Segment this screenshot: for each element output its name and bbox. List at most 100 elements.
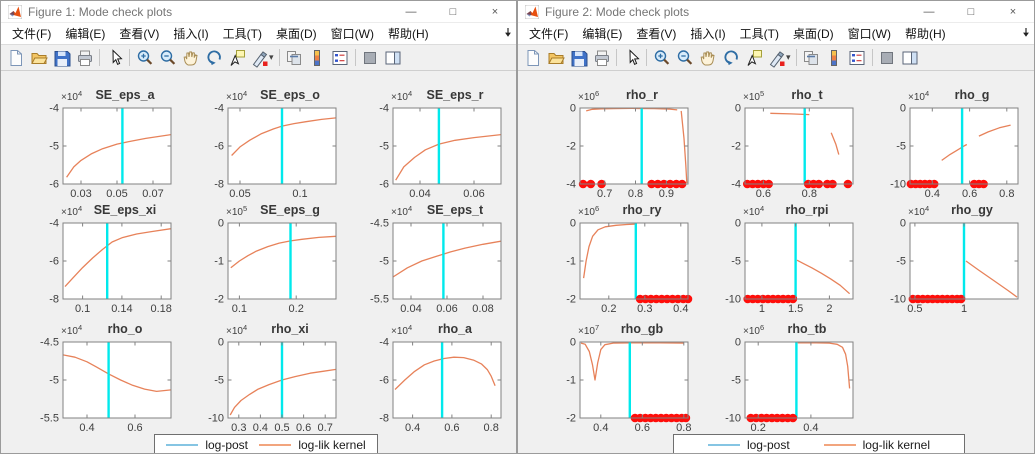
close-button[interactable]: × xyxy=(474,1,516,23)
minimize-button[interactable]: — xyxy=(390,1,432,23)
hide-plot-tools-button[interactable] xyxy=(359,47,382,69)
close-button[interactable]: × xyxy=(992,1,1034,23)
plot-rho_t[interactable]: 0.60.80-2-4×105rho_t xyxy=(700,83,860,205)
plot-SE_eps_a[interactable]: 0.030.050.07-4-5-6×104SE_eps_a xyxy=(18,83,178,205)
menu-overflow-icon[interactable] xyxy=(1021,27,1031,39)
menu-item-5[interactable]: 桌面(D) xyxy=(786,25,841,42)
zoom-in-button[interactable] xyxy=(650,47,673,69)
menu-overflow-icon[interactable] xyxy=(503,27,513,39)
plot-rho_rpi[interactable]: 11.520-5-10×104rho_rpi xyxy=(700,198,860,320)
plot-rho_o[interactable]: 0.40.6-4.5-5-5.5×104rho_o xyxy=(18,317,178,439)
plot-SE_eps_g[interactable]: 0.10.20-1-2×105SE_eps_g xyxy=(183,198,343,320)
brush-button[interactable] xyxy=(765,47,788,69)
rotate-3d-button[interactable] xyxy=(719,47,742,69)
brush-dropdown-caret-icon[interactable]: ▾ xyxy=(786,52,791,63)
open-button[interactable] xyxy=(544,47,567,69)
pan-button[interactable] xyxy=(179,47,202,69)
link-plot-button[interactable] xyxy=(800,47,823,69)
pan-icon xyxy=(181,48,201,68)
colorbar-button[interactable] xyxy=(823,47,846,69)
menu-item-3[interactable]: 插入(I) xyxy=(166,25,215,42)
menu-item-1[interactable]: 编辑(E) xyxy=(58,25,112,42)
new-button[interactable] xyxy=(4,47,27,69)
brush-dropdown-caret-icon[interactable]: ▾ xyxy=(269,52,274,63)
menu-item-3[interactable]: 插入(I) xyxy=(683,25,732,42)
menu-item-7[interactable]: 帮助(H) xyxy=(381,25,436,42)
cursor-button[interactable] xyxy=(620,47,643,69)
menu-item-0[interactable]: 文件(F) xyxy=(5,25,58,42)
zoom-out-button[interactable] xyxy=(673,47,696,69)
maximize-button[interactable]: □ xyxy=(950,1,992,23)
data-cursor-button[interactable] xyxy=(225,47,248,69)
cursor-icon xyxy=(105,48,125,68)
plot-SE_eps_o[interactable]: 0.050.1-4-6-8×104SE_eps_o xyxy=(183,83,343,205)
pan-button[interactable] xyxy=(696,47,719,69)
plot-rho_r[interactable]: 0.70.80.90-2-4×106rho_r xyxy=(535,83,695,205)
menu-item-2[interactable]: 查看(V) xyxy=(112,25,166,42)
window-titlebar[interactable]: Figure 1: Mode check plots—□× xyxy=(1,1,516,23)
menu-item-1[interactable]: 编辑(E) xyxy=(575,25,629,42)
show-plot-tools-button[interactable] xyxy=(382,47,405,69)
legend-button[interactable] xyxy=(329,47,352,69)
legend-button[interactable] xyxy=(846,47,869,69)
plot-title: SE_eps_a xyxy=(95,88,155,102)
x-tick-label: 0.5 xyxy=(274,422,289,434)
legend-item: log-post xyxy=(166,438,248,452)
plot-SE_eps_t[interactable]: 0.040.060.08-4.5-5-5.5×104SE_eps_t xyxy=(348,198,508,320)
colorbar-button[interactable] xyxy=(306,47,329,69)
window-titlebar[interactable]: Figure 2: Mode check plots—□× xyxy=(518,1,1034,23)
print-button[interactable] xyxy=(590,47,613,69)
print-button[interactable] xyxy=(73,47,96,69)
x-tick-label: 0.06 xyxy=(436,303,457,315)
menu-item-5[interactable]: 桌面(D) xyxy=(269,25,324,42)
y-tick-label: -2 xyxy=(566,141,576,153)
plot-rho_gy[interactable]: 0.510-5-10×104rho_gy xyxy=(865,198,1025,320)
y-tick-label: 0 xyxy=(735,103,741,115)
brush-button[interactable] xyxy=(248,47,271,69)
save-button[interactable] xyxy=(567,47,590,69)
menu-item-0[interactable]: 文件(F) xyxy=(522,25,575,42)
axis-exponent-label: ×105 xyxy=(226,204,247,218)
menu-item-4[interactable]: 工具(T) xyxy=(216,25,269,42)
hide-plot-tools-button[interactable] xyxy=(876,47,899,69)
legend-box[interactable]: log-postlog-lik kernel xyxy=(673,434,965,454)
menu-item-4[interactable]: 工具(T) xyxy=(733,25,786,42)
show-plot-tools-button[interactable] xyxy=(899,47,922,69)
plot-rho_tb[interactable]: 0.20.40-5-10×106rho_tb xyxy=(700,317,860,439)
open-button[interactable] xyxy=(27,47,50,69)
menu-item-6[interactable]: 窗口(W) xyxy=(324,25,381,42)
x-tick-label: 0.2 xyxy=(601,303,616,315)
data-cursor-button[interactable] xyxy=(742,47,765,69)
y-tick-label: -10 xyxy=(725,294,741,306)
menu-item-6[interactable]: 窗口(W) xyxy=(841,25,898,42)
minimize-button[interactable]: — xyxy=(908,1,950,23)
rotate-3d-button[interactable] xyxy=(202,47,225,69)
toolbar: ▾ xyxy=(1,45,516,71)
link-plot-button[interactable] xyxy=(283,47,306,69)
plot-rho_xi[interactable]: 0.30.40.50.60.70-5-10×104rho_xi xyxy=(183,317,343,439)
new-button[interactable] xyxy=(521,47,544,69)
plot-rho_g[interactable]: 0.40.60.80-5-10×104rho_g xyxy=(865,83,1025,205)
x-tick-label: 0.7 xyxy=(318,422,333,434)
cursor-button[interactable] xyxy=(103,47,126,69)
menu-item-2[interactable]: 查看(V) xyxy=(629,25,683,42)
axes-background xyxy=(580,223,688,299)
plot-rho_gb[interactable]: 0.40.60.80-1-2×107rho_gb xyxy=(535,317,695,439)
axes-background xyxy=(63,342,171,418)
plot-SE_eps_xi[interactable]: 0.10.140.18-4-6-8×104SE_eps_xi xyxy=(18,198,178,320)
plot-title: rho_gb xyxy=(621,322,664,336)
menu-item-7[interactable]: 帮助(H) xyxy=(898,25,953,42)
y-tick-label: 0 xyxy=(570,337,576,349)
plot-rho_a[interactable]: 0.40.60.8-4-6-8×104rho_a xyxy=(348,317,508,439)
y-tick-label: -10 xyxy=(208,413,224,425)
legend-box[interactable]: log-postlog-lik kernel xyxy=(154,434,378,454)
maximize-button[interactable]: □ xyxy=(432,1,474,23)
save-button[interactable] xyxy=(50,47,73,69)
plot-SE_eps_r[interactable]: 0.040.06-4-5-6×104SE_eps_r xyxy=(348,83,508,205)
zoom-in-button[interactable] xyxy=(133,47,156,69)
y-tick-label: -5 xyxy=(49,141,59,153)
plot-rho_ry[interactable]: 0.20.30.40-1-2×106rho_ry xyxy=(535,198,695,320)
x-tick-label: 1 xyxy=(759,303,765,315)
zoom-out-button[interactable] xyxy=(156,47,179,69)
x-tick-label: 0.4 xyxy=(593,422,608,434)
